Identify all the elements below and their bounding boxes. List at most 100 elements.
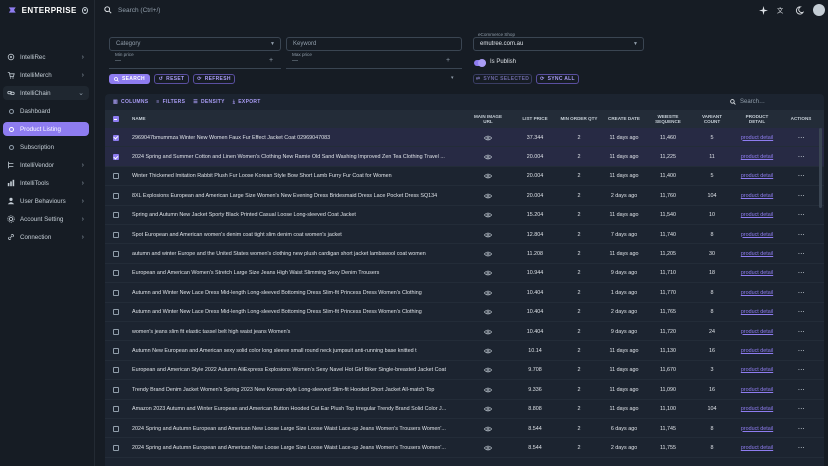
row-checkbox[interactable] — [111, 167, 120, 186]
row-checkbox[interactable] — [111, 128, 120, 147]
more-actions-icon[interactable]: ⋯ — [782, 225, 820, 244]
product-detail-link[interactable]: product detail — [737, 225, 777, 244]
sparkle-icon[interactable] — [759, 5, 768, 15]
more-actions-icon[interactable]: ⋯ — [782, 419, 820, 438]
table-row[interactable]: European and American Style 2022 Autumn … — [105, 361, 824, 381]
sync-all-button[interactable]: ⟳ SYNC ALL — [536, 74, 579, 84]
table-row[interactable]: Winter Thickened Imitation Rabbit Plush … — [105, 167, 824, 187]
row-checkbox[interactable] — [111, 438, 120, 457]
row-checkbox[interactable] — [111, 303, 120, 322]
product-detail-link[interactable]: product detail — [737, 186, 777, 205]
table-search-input[interactable]: Search… — [730, 97, 818, 107]
row-checkbox[interactable] — [111, 186, 120, 205]
sidebar-item-dashboard[interactable]: Dashboard — [3, 104, 89, 118]
view-image-icon[interactable] — [471, 128, 505, 147]
select-all-checkbox[interactable] — [111, 110, 120, 128]
sidebar-item-connection[interactable]: Connection › — [3, 230, 89, 244]
header-list-price[interactable]: LIST PRICE — [515, 110, 555, 128]
table-row[interactable]: Autumn New European and American sexy so… — [105, 341, 824, 361]
export-button[interactable]: ⤓ EXPORT — [233, 99, 261, 105]
sidebar-toggle-icon[interactable] — [81, 6, 88, 14]
view-image-icon[interactable] — [471, 167, 505, 186]
sidebar-item-account-setting[interactable]: Account Setting › — [3, 212, 89, 226]
view-image-icon[interactable] — [471, 341, 505, 360]
row-checkbox[interactable] — [111, 400, 120, 419]
sidebar-item-product-listing[interactable]: Product Listing — [3, 122, 89, 136]
view-image-icon[interactable] — [471, 206, 505, 225]
shop-select[interactable]: emutree.com.au ▼ — [473, 37, 644, 51]
theme-toggle-icon[interactable] — [795, 5, 804, 15]
view-image-icon[interactable] — [471, 186, 505, 205]
table-row[interactable]: women's jeans slim fit elastic tassel be… — [105, 322, 824, 342]
sidebar-item-intellimerch[interactable]: IntelliMerch › — [3, 68, 89, 82]
row-checkbox[interactable] — [111, 244, 120, 263]
table-row[interactable]: autumn and winter Europe and the United … — [105, 244, 824, 264]
product-detail-link[interactable]: product detail — [737, 400, 777, 419]
view-image-icon[interactable] — [471, 225, 505, 244]
sidebar-item-intellitools[interactable]: IntelliTools › — [3, 176, 89, 190]
row-checkbox[interactable] — [111, 341, 120, 360]
header-min-order-qty[interactable]: MIN ORDER QTY — [559, 110, 599, 128]
header-name[interactable]: NAME — [132, 110, 462, 128]
more-actions-icon[interactable]: ⋯ — [782, 361, 820, 380]
table-row[interactable]: 2024 Spring and Summer Cotton and Linen … — [105, 147, 824, 167]
search-button[interactable]: SEARCH — [109, 74, 150, 84]
avatar[interactable] — [813, 4, 825, 16]
row-checkbox[interactable] — [111, 380, 120, 399]
product-detail-link[interactable]: product detail — [737, 303, 777, 322]
min-price-field[interactable]: — — [115, 58, 121, 64]
table-row[interactable]: Autumn and Winter New Lace Dress Mid-len… — [105, 303, 824, 322]
columns-button[interactable]: ▥ COLUMNS — [113, 99, 148, 105]
table-scrollbar[interactable] — [819, 128, 822, 208]
table-row[interactable]: Spot European and American women's denim… — [105, 225, 824, 245]
header-product-detail[interactable]: PRODUCT DETAIL — [737, 110, 777, 128]
row-checkbox[interactable] — [111, 361, 120, 380]
product-detail-link[interactable]: product detail — [737, 341, 777, 360]
more-actions-icon[interactable]: ⋯ — [782, 244, 820, 263]
product-detail-link[interactable]: product detail — [737, 147, 777, 166]
view-image-icon[interactable] — [471, 147, 505, 166]
expand-filters-icon[interactable]: ▾ — [451, 75, 454, 81]
sidebar-item-intellichain[interactable]: IntelliChain ⌄ — [3, 86, 89, 100]
category-select[interactable]: Category ▼ — [109, 37, 281, 51]
product-detail-link[interactable]: product detail — [737, 128, 777, 147]
more-actions-icon[interactable]: ⋯ — [782, 186, 820, 205]
more-actions-icon[interactable]: ⋯ — [782, 167, 820, 186]
product-detail-link[interactable]: product detail — [737, 361, 777, 380]
more-actions-icon[interactable]: ⋯ — [782, 264, 820, 283]
table-row[interactable]: Amazon 2023 Autumn and Winter European a… — [105, 400, 824, 419]
view-image-icon[interactable] — [471, 438, 505, 457]
product-detail-link[interactable]: product detail — [737, 438, 777, 457]
table-row[interactable]: European and American Women's Stretch La… — [105, 264, 824, 284]
header-website-sequence[interactable]: WEBSITE SEQUENCE — [649, 110, 687, 128]
table-row[interactable]: 2024 Spring and Autumn European and Amer… — [105, 438, 824, 458]
table-row[interactable]: Spring and Autumn New Jacket Sporty Blac… — [105, 206, 824, 225]
view-image-icon[interactable] — [471, 283, 505, 302]
table-row[interactable]: Trendy Brand Denim Jacket Women's Spring… — [105, 380, 824, 400]
keyword-input[interactable]: Keyword — [286, 37, 462, 51]
more-actions-icon[interactable]: ⋯ — [782, 400, 820, 419]
table-row[interactable]: 2969047bmummza Winter New Women Faux Fur… — [105, 128, 824, 148]
header-main-image[interactable]: MAIN IMAGE URL — [471, 110, 505, 128]
product-detail-link[interactable]: product detail — [737, 167, 777, 186]
max-price-field[interactable]: — — [292, 58, 298, 64]
more-actions-icon[interactable]: ⋯ — [782, 341, 820, 360]
table-row[interactable]: 2024 Spring and Autumn European and Amer… — [105, 419, 824, 439]
product-detail-link[interactable]: product detail — [737, 244, 777, 263]
max-price-increment-icon[interactable]: + — [446, 57, 450, 64]
view-image-icon[interactable] — [471, 400, 505, 419]
global-search[interactable]: Search (Ctrl+/) — [96, 6, 759, 14]
refresh-button[interactable]: ⟳ REFRESH — [193, 74, 235, 84]
header-variant-count[interactable]: VARIANT COUNT — [694, 110, 730, 128]
row-checkbox[interactable] — [111, 225, 120, 244]
product-detail-link[interactable]: product detail — [737, 322, 777, 341]
product-detail-link[interactable]: product detail — [737, 419, 777, 438]
view-image-icon[interactable] — [471, 361, 505, 380]
table-row[interactable]: Autumn and Winter New Lace Dress Mid-len… — [105, 283, 824, 303]
row-checkbox[interactable] — [111, 264, 120, 283]
product-detail-link[interactable]: product detail — [737, 264, 777, 283]
row-checkbox[interactable] — [111, 322, 120, 341]
row-checkbox[interactable] — [111, 283, 120, 302]
sidebar-item-intellivendor[interactable]: IntelliVendor › — [3, 158, 89, 172]
row-checkbox[interactable] — [111, 206, 120, 225]
